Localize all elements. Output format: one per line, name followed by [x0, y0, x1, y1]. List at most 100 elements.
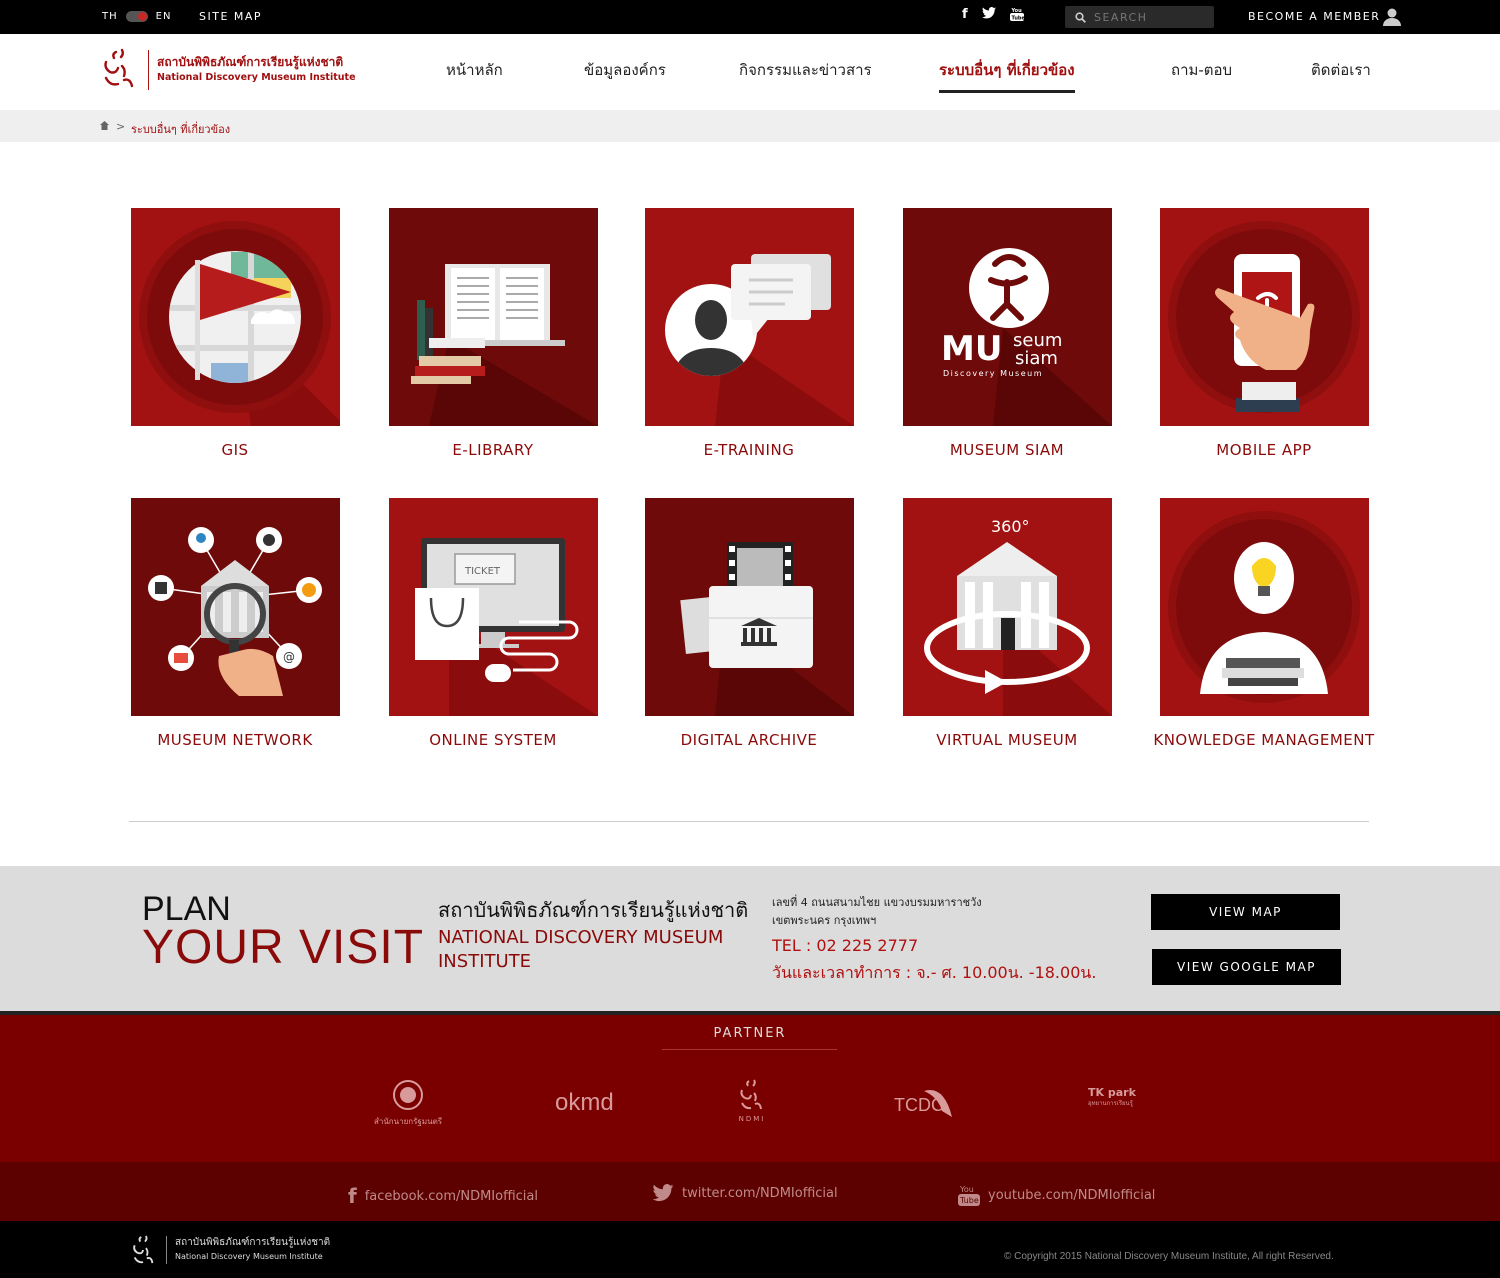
org-name-english: NATIONAL DISCOVERY MUSEUM INSTITUTE — [438, 927, 724, 972]
header: สถาบันพิพิธภัณฑ์การเรียนรู้แห่งชาติ Nati… — [0, 34, 1500, 110]
tile-museum-network[interactable]: @ — [131, 498, 340, 716]
tile-label-e-library[interactable]: E-LIBRARY — [363, 441, 623, 459]
user-icon[interactable] — [1382, 8, 1402, 26]
emblem-icon — [393, 1080, 423, 1110]
partner-logo-tcdc[interactable]: TCDC — [894, 1090, 952, 1117]
footer-logo-divider — [166, 1236, 167, 1264]
facebook-icon: f — [348, 1184, 357, 1208]
partner-logo-ndmi[interactable]: NDMI — [732, 1079, 772, 1123]
footer-facebook-link[interactable]: f facebook.com/NDMIofficial — [348, 1184, 538, 1208]
svg-text:Tube: Tube — [1011, 16, 1024, 22]
partner-logo-okmd[interactable]: okmd — [555, 1089, 614, 1117]
partner-logo-opm-text: สำนักนายกรัฐมนตรี — [373, 1117, 443, 1126]
view-map-button[interactable]: VIEW MAP — [1151, 894, 1340, 930]
tile-mobile-app[interactable] — [1160, 208, 1369, 426]
section-divider — [129, 821, 1369, 822]
museum-siam-mu-text: MU — [941, 329, 1002, 369]
org-name-thai: สถาบันพิพิธภัณฑ์การเรียนรู้แห่งชาติ — [438, 898, 749, 922]
nav-related-systems[interactable]: ระบบอื่นๆ ที่เกี่ยวข้อง — [939, 58, 1075, 93]
site-logo[interactable]: สถาบันพิพิธภัณฑ์การเรียนรู้แห่งชาติ Nati… — [100, 48, 356, 92]
partner-section: PARTNER สำนักนายกรัฐมนตรี okmd NDMI TCDC… — [0, 1011, 1500, 1162]
become-member-link[interactable]: BECOME A MEMBER — [1248, 10, 1380, 23]
tile-label-knowledge-management[interactable]: KNOWLEDGE MANAGEMENT — [1134, 731, 1394, 749]
tile-label-e-training[interactable]: E-TRAINING — [619, 441, 879, 459]
address-line-1: เลขที่ 4 ถนนสนามไชย แขวงบรมมหาราชวัง — [772, 896, 982, 909]
logo-english-text: National Discovery Museum Institute — [157, 72, 356, 83]
home-icon[interactable] — [100, 121, 109, 130]
tile-e-library[interactable] — [389, 208, 598, 426]
opening-hours: วันและเวลาทำการ : จ.- ศ. 10.00น. -18.00น… — [772, 963, 1097, 982]
degrees-text: 360° — [991, 517, 1030, 536]
logo-thai-text: สถาบันพิพิธภัณฑ์การเรียนรู้แห่งชาติ — [157, 55, 344, 69]
address: เลขที่ 4 ถนนสนามไชย แขวงบรมมหาราชวัง เขต… — [772, 894, 982, 930]
address-line-2: เขตพระนคร กรุงเทพฯ — [772, 914, 877, 927]
tcdc-swoosh-icon — [924, 1090, 952, 1117]
tile-museum-siam[interactable]: MU seum siam Discovery Museum — [903, 208, 1112, 426]
tile-knowledge-management[interactable] — [1160, 498, 1369, 716]
youtube-icon: You Tube — [958, 1185, 980, 1206]
logo-divider — [148, 50, 149, 90]
tile-label-online-system[interactable]: ONLINE SYSTEM — [363, 731, 623, 749]
tile-label-museum-network[interactable]: MUSEUM NETWORK — [105, 731, 365, 749]
nav-activities-news[interactable]: กิจกรรมและข่าวสาร — [739, 58, 872, 82]
footer-logo[interactable]: สถาบันพิพิธภัณฑ์การเรียนรู้แห่งชาติ Nati… — [130, 1235, 330, 1265]
partner-logo-tkpark[interactable]: TK park อุทยานการเรียนรู้ — [1088, 1087, 1138, 1108]
breadcrumb: > ระบบอื่นๆ ที่เกี่ยวข้อง — [0, 110, 1500, 142]
lang-en[interactable]: EN — [156, 11, 172, 22]
youtube-icon[interactable]: You Tube — [1009, 7, 1025, 25]
top-bar: TH EN SITE MAP f You Tube BECOME A MEMBER — [0, 0, 1500, 34]
footer-twitter-link[interactable]: twitter.com/NDMIofficial — [652, 1184, 838, 1202]
tile-label-mobile-app[interactable]: MOBILE APP — [1134, 441, 1394, 459]
nav-home[interactable]: หน้าหลัก — [446, 58, 503, 82]
ndmi-logo-icon — [104, 48, 134, 88]
nav-about[interactable]: ข้อมูลองค์กร — [584, 58, 666, 82]
tile-digital-archive[interactable] — [645, 498, 854, 716]
tile-label-virtual-museum[interactable]: VIRTUAL MUSEUM — [877, 731, 1137, 749]
partner-logo-tkpark-text: TK park — [1088, 1086, 1136, 1099]
facebook-icon[interactable]: f — [962, 7, 968, 25]
view-google-map-button[interactable]: VIEW GOOGLE MAP — [1152, 949, 1341, 985]
breadcrumb-current: ระบบอื่นๆ ที่เกี่ยวข้อง — [131, 123, 231, 136]
search-box[interactable] — [1065, 6, 1214, 28]
footer-youtube-link[interactable]: You Tube youtube.com/NDMIofficial — [958, 1184, 1155, 1206]
partner-logo-tkpark-subtext: อุทยานการเรียนรู้ — [1088, 1100, 1133, 1107]
search-input[interactable] — [1094, 10, 1204, 24]
sitemap-link[interactable]: SITE MAP — [199, 10, 262, 23]
footer-logo-english: National Discovery Museum Institute — [175, 1252, 323, 1261]
museum-siam-siam-text: siam — [1015, 348, 1058, 369]
partner-title: PARTNER — [713, 1026, 787, 1041]
language-toggle[interactable] — [125, 11, 148, 22]
plan-your-visit: PLAN YOUR VISIT สถาบันพิพิธภัณฑ์การเรียน… — [0, 866, 1500, 1011]
nav-faq[interactable]: ถาม-ตอบ — [1171, 58, 1232, 82]
ndmi-small-icon — [740, 1079, 762, 1110]
lang-th[interactable]: TH — [102, 11, 118, 22]
museum-siam-sub-text: Discovery Museum — [943, 369, 1043, 378]
ndmi-logo-icon — [133, 1235, 154, 1264]
your-visit-heading: YOUR VISIT — [142, 921, 425, 974]
tile-virtual-museum[interactable]: 360° — [903, 498, 1112, 716]
tile-online-system[interactable]: TICKET — [389, 498, 598, 716]
twitter-icon[interactable] — [981, 7, 996, 25]
nav-contact[interactable]: ติดต่อเรา — [1311, 58, 1371, 82]
footer-logo-thai: สถาบันพิพิธภัณฑ์การเรียนรู้แห่งชาติ — [175, 1237, 331, 1248]
tile-e-training[interactable] — [645, 208, 854, 426]
copyright: © Copyright 2015 National Discovery Muse… — [1004, 1251, 1334, 1262]
footer-twitter-text: twitter.com/NDMIofficial — [682, 1185, 838, 1201]
tile-gis[interactable] — [131, 208, 340, 426]
svg-text:You: You — [1010, 8, 1022, 14]
footer-youtube-text: youtube.com/NDMIofficial — [988, 1187, 1156, 1203]
tile-label-gis[interactable]: GIS — [105, 441, 365, 459]
search-icon — [1075, 11, 1086, 23]
tile-label-museum-siam[interactable]: MUSEUM SIAM — [877, 441, 1137, 459]
twitter-icon — [652, 1184, 674, 1202]
ticket-text: TICKET — [464, 566, 501, 577]
partner-logo-opm[interactable]: สำนักนายกรัฐมนตรี — [368, 1079, 448, 1128]
tile-label-digital-archive[interactable]: DIGITAL ARCHIVE — [619, 731, 879, 749]
breadcrumb-separator: > — [116, 120, 126, 133]
language-switch[interactable]: TH EN — [102, 11, 171, 22]
bottom-footer: สถาบันพิพิธภัณฑ์การเรียนรู้แห่งชาติ Nati… — [0, 1221, 1500, 1278]
social-links: f You Tube — [962, 7, 1025, 25]
footer-facebook-text: facebook.com/NDMIofficial — [364, 1188, 539, 1204]
partner-logo-ndmi-text: NDMI — [738, 1115, 766, 1123]
svg-text:You: You — [959, 1185, 974, 1194]
